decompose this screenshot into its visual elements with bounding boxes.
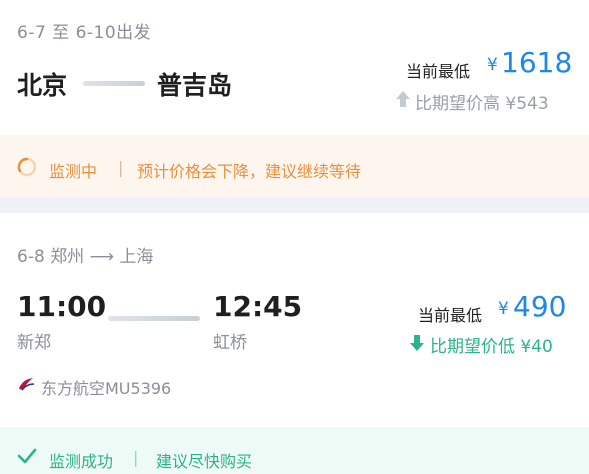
monitoring-status-banner: 监测中 | 预计价格会下降，建议继续等待 — [0, 135, 589, 197]
china-eastern-logo-icon — [19, 378, 35, 391]
arrival-airport: 虹桥 — [213, 333, 247, 353]
lowest-price-label: 当前最低 — [418, 306, 483, 325]
flight-date-route: 6-8 郑州 ⟶ 上海 — [17, 247, 154, 267]
airline-flight-number: 东方航空MU5396 — [41, 379, 172, 398]
date-range: 6-7 至 6-10出发 — [17, 23, 152, 43]
current-lowest-price: 490 — [513, 290, 567, 323]
price-watch-card-beijing-phuket[interactable]: 6-7 至 6-10出发 北京 普吉岛 当前最低 ¥ 1618 比期望价高 ¥5… — [0, 0, 589, 135]
monitoring-status: 监测成功 — [49, 452, 114, 471]
departure-city: 北京 — [17, 71, 68, 100]
arrow-up-icon — [396, 91, 410, 107]
expected-price-comparison: 比期望价高 ¥543 — [415, 94, 549, 114]
price-watch-card-zhengzhou-shanghai[interactable]: 6-8 郑州 ⟶ 上海 11:00 12:45 新郑 虹桥 当前最低 ¥ 490… — [0, 213, 589, 427]
route-line — [83, 81, 145, 86]
arrival-time: 12:45 — [213, 290, 303, 323]
expected-price-comparison: 比期望价低 ¥40 — [430, 337, 553, 357]
arrival-city: 普吉岛 — [157, 71, 233, 100]
monitoring-advice: 建议尽快购买 — [156, 452, 253, 471]
current-lowest-price: 1618 — [501, 46, 573, 79]
separator: | — [133, 448, 139, 467]
lowest-price-label: 当前最低 — [406, 62, 471, 81]
monitoring-status: 监测中 — [49, 162, 98, 181]
route-line — [108, 316, 200, 321]
separator: | — [118, 158, 124, 177]
monitoring-advice: 预计价格会下降，建议继续等待 — [137, 162, 362, 181]
success-status-banner: 监测成功 | 建议尽快购买 — [0, 427, 589, 474]
currency-symbol: ¥ — [487, 55, 498, 75]
loading-ring-icon — [17, 157, 37, 177]
currency-symbol: ¥ — [498, 299, 509, 319]
arrow-down-icon — [410, 335, 424, 351]
checkmark-icon — [17, 448, 37, 464]
departure-time: 11:00 — [17, 290, 107, 323]
departure-airport: 新郑 — [17, 333, 51, 353]
